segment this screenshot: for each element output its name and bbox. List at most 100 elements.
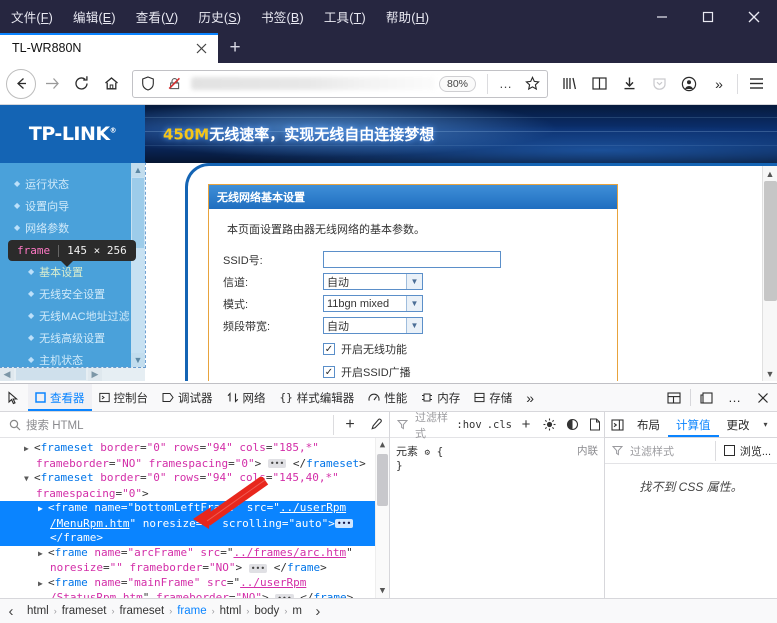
tab-network[interactable]: 网络: [220, 384, 273, 411]
devtools-close-icon[interactable]: [749, 384, 777, 411]
dom-tree[interactable]: ▶ <frameset border="0" rows="94" cols="18…: [0, 438, 389, 598]
page-actions-meatball-icon[interactable]: …: [495, 73, 517, 95]
element-picker-icon[interactable]: [0, 384, 28, 411]
devtools-meatball-icon[interactable]: …: [721, 384, 749, 411]
light-mode-icon[interactable]: [540, 418, 558, 431]
eyedropper-icon[interactable]: [363, 412, 389, 438]
scroll-right-icon[interactable]: ▶: [88, 367, 102, 381]
breadcrumb-item-frame[interactable]: frame: [172, 605, 211, 617]
html-search-input[interactable]: 搜索 HTML: [24, 417, 330, 433]
scroll-left-icon[interactable]: ◀: [0, 367, 14, 381]
tree-row-selected[interactable]: ▶ <frame name="bottomLeftFrame" src="../u…: [0, 501, 389, 517]
add-rule-button[interactable]: +: [517, 416, 535, 433]
url-input[interactable]: [191, 77, 435, 90]
breadcrumb-item-frameset-2[interactable]: frameset: [114, 605, 169, 617]
tree-row-selected-continuation[interactable]: /MenuRpm.htm" noresize="" scrolling="aut…: [0, 516, 389, 531]
tree-row-selected-close[interactable]: </frame>: [0, 531, 389, 546]
menu-file[interactable]: 文件(F): [8, 5, 56, 28]
chevron-down-icon[interactable]: ▼: [406, 296, 422, 311]
tab-computed[interactable]: 计算值: [668, 412, 719, 437]
tab-close-icon[interactable]: [190, 37, 212, 59]
chevron-down-icon[interactable]: ▼: [406, 318, 422, 333]
menu-help[interactable]: 帮助(H): [383, 5, 432, 28]
ssid-input[interactable]: [323, 251, 501, 268]
twisty-icon[interactable]: ▶: [38, 547, 48, 562]
sidebar-item-basic-settings[interactable]: ◆ 基本设置: [6, 261, 145, 283]
tab-storage[interactable]: 存储: [467, 384, 519, 411]
sidebar-vertical-scrollbar[interactable]: ▲ ▼: [131, 163, 145, 367]
browser-styles-checkbox[interactable]: [723, 445, 735, 456]
scroll-down-icon[interactable]: ▼: [763, 366, 777, 381]
tab-inspector[interactable]: 查看器: [28, 384, 92, 411]
forward-icon[interactable]: [36, 69, 66, 99]
sidebar-item-mac-filter[interactable]: ◆ 无线MAC地址过滤: [6, 305, 145, 327]
scrollbar-thumb[interactable]: [763, 181, 777, 301]
browser-tab[interactable]: TL-WR880N: [0, 33, 218, 63]
add-node-button[interactable]: +: [337, 412, 363, 438]
tab-style-editor[interactable]: {} 样式编辑器: [273, 384, 362, 411]
tree-row[interactable]: ▶ <frameset border="0" rows="94" cols="18…: [0, 441, 389, 457]
breadcrumb-item-html[interactable]: html: [22, 605, 54, 617]
tree-row-continuation[interactable]: noresize="" frameborder="NO"> ••• </fram…: [0, 561, 389, 576]
tree-row[interactable]: ▶ <frame name="arcFrame" src="../frames/a…: [0, 546, 389, 562]
scroll-up-icon[interactable]: ▲: [763, 166, 777, 181]
class-toggle[interactable]: .cls: [487, 419, 512, 431]
tree-row[interactable]: ▶ <frame name="mainFrame" src="../userRpm: [0, 576, 389, 592]
scroll-up-icon[interactable]: ▲: [131, 163, 145, 177]
twisty-icon[interactable]: ▶: [38, 502, 48, 517]
collapsed-content-icon[interactable]: •••: [248, 563, 268, 573]
menu-bookmarks[interactable]: 书签(B): [258, 5, 307, 28]
menu-edit[interactable]: 编辑(E): [70, 5, 119, 28]
checkbox-checked-icon[interactable]: ✓: [323, 366, 335, 378]
hscrollbar-thumb[interactable]: [16, 368, 86, 380]
account-icon[interactable]: [674, 69, 704, 99]
chevron-down-icon[interactable]: ▾: [758, 412, 774, 437]
page-vertical-scrollbar[interactable]: ▲ ▼: [762, 166, 777, 381]
minimize-button[interactable]: [639, 0, 685, 33]
url-bar[interactable]: 80% …: [132, 69, 548, 98]
tree-row-continuation[interactable]: /StatusRpm.htm" frameborder="NO"> ••• </…: [0, 591, 389, 598]
sidebar-item-wizard[interactable]: ◆ 设置向导: [6, 195, 145, 217]
sidebar-item-wireless-security[interactable]: ◆ 无线安全设置: [6, 283, 145, 305]
tab-performance[interactable]: 性能: [361, 384, 414, 411]
maximize-button[interactable]: [685, 0, 731, 33]
library-icon[interactable]: [554, 69, 584, 99]
tree-row[interactable]: ▼ <frameset border="0" rows="94" cols="14…: [0, 471, 389, 487]
tab-debugger[interactable]: 调试器: [155, 384, 220, 411]
twisty-icon[interactable]: ▼: [24, 472, 34, 487]
dark-mode-icon[interactable]: [563, 418, 581, 431]
new-tab-button[interactable]: +: [218, 33, 252, 63]
reload-icon[interactable]: [66, 69, 96, 99]
checkbox-row-wireless-enable[interactable]: ✓ 开启无线功能: [323, 341, 603, 357]
sidebar-item-network[interactable]: ◆ 网络参数: [6, 217, 145, 239]
browser-styles-label[interactable]: 浏览...: [740, 443, 771, 459]
breadcrumb-item-html-2[interactable]: html: [215, 605, 247, 617]
scroll-up-icon[interactable]: ▲: [380, 438, 385, 452]
collapsed-content-icon[interactable]: •••: [267, 459, 287, 468]
bookmark-star-icon[interactable]: [521, 73, 543, 95]
overflow-chevrons-icon[interactable]: »: [704, 69, 734, 99]
tree-row-continuation[interactable]: framespacing="0">: [0, 487, 389, 502]
tab-layout[interactable]: 布局: [629, 412, 668, 437]
scrollbar-thumb[interactable]: [132, 178, 144, 248]
layout-toggle-icon[interactable]: [660, 384, 688, 411]
home-icon[interactable]: [96, 69, 126, 99]
style-filter-input[interactable]: 过滤样式: [415, 409, 451, 441]
sidebar-horizontal-scrollbar[interactable]: ◀ ▶: [0, 367, 145, 381]
close-button[interactable]: [731, 0, 777, 33]
mode-select[interactable]: 11bgn mixed ▼: [323, 295, 423, 312]
rule-source-label[interactable]: 内联: [577, 443, 598, 458]
rules-body[interactable]: 元素 ⚙ { } 内联: [390, 438, 604, 598]
menu-history[interactable]: 历史(S): [195, 5, 244, 28]
tracking-protection-shield-icon[interactable]: [137, 73, 159, 95]
bandwidth-select[interactable]: 自动 ▼: [323, 317, 423, 334]
scroll-down-icon[interactable]: ▼: [380, 584, 385, 598]
breadcrumb-scroll-right-icon[interactable]: ›: [307, 603, 329, 620]
separate-window-icon[interactable]: [693, 384, 721, 411]
sidebar-item-wireless-advanced[interactable]: ◆ 无线高级设置: [6, 327, 145, 349]
breadcrumb-item-frameset[interactable]: frameset: [57, 605, 112, 617]
rule-gear-icon[interactable]: ⚙: [425, 448, 430, 458]
scroll-down-icon[interactable]: ▼: [131, 353, 145, 367]
twisty-icon[interactable]: ▶: [24, 442, 34, 457]
pocket-icon[interactable]: [644, 69, 674, 99]
